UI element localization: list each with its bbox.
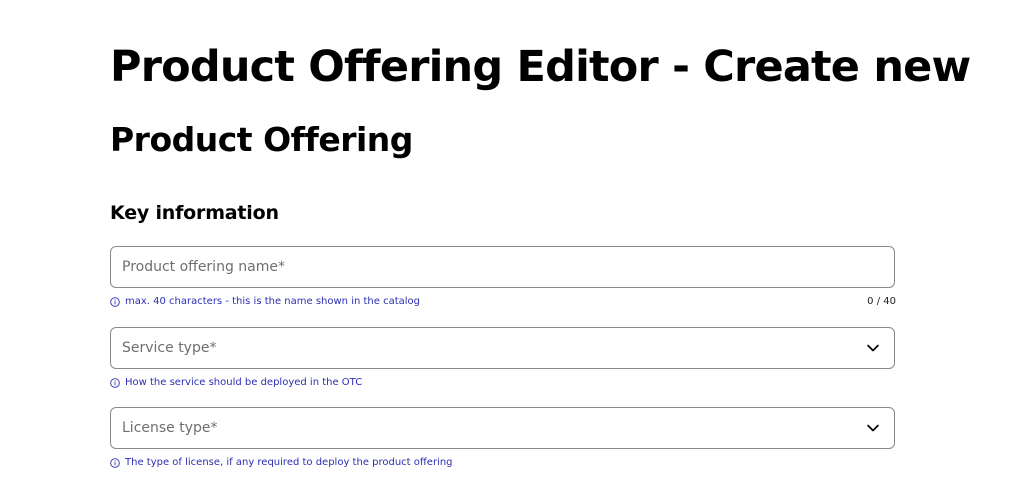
license-type-select[interactable]: License type* xyxy=(110,407,895,449)
service-type-select[interactable]: Service type* xyxy=(110,327,895,369)
service-type-helper-text: How the service should be deployed in th… xyxy=(125,377,363,388)
character-counter: 0 / 40 xyxy=(867,296,896,307)
service-type-helper: How the service should be deployed in th… xyxy=(110,376,362,390)
product-offering-name-input[interactable] xyxy=(111,247,894,287)
chevron-down-icon xyxy=(867,344,879,352)
chevron-down-icon xyxy=(867,424,879,432)
editor-page: Product Offering Editor - Create new Pro… xyxy=(0,0,1027,480)
info-circle-icon xyxy=(110,297,120,307)
product-offering-name-helper: max. 40 characters - this is the name sh… xyxy=(110,295,420,309)
license-type-helper-text: The type of license, if any required to … xyxy=(125,457,453,468)
section-heading-key-information: Key information xyxy=(110,202,279,224)
info-circle-icon xyxy=(110,458,120,468)
page-title: Product Offering Editor - Create new xyxy=(110,42,971,92)
service-type-label: Service type* xyxy=(122,340,217,356)
info-circle-icon xyxy=(110,378,120,388)
license-type-helper: The type of license, if any required to … xyxy=(110,456,453,470)
product-offering-name-helper-text: max. 40 characters - this is the name sh… xyxy=(125,296,420,307)
license-type-label: License type* xyxy=(122,420,218,436)
product-offering-name-field[interactable] xyxy=(110,246,895,288)
page-subtitle: Product Offering xyxy=(110,120,413,159)
